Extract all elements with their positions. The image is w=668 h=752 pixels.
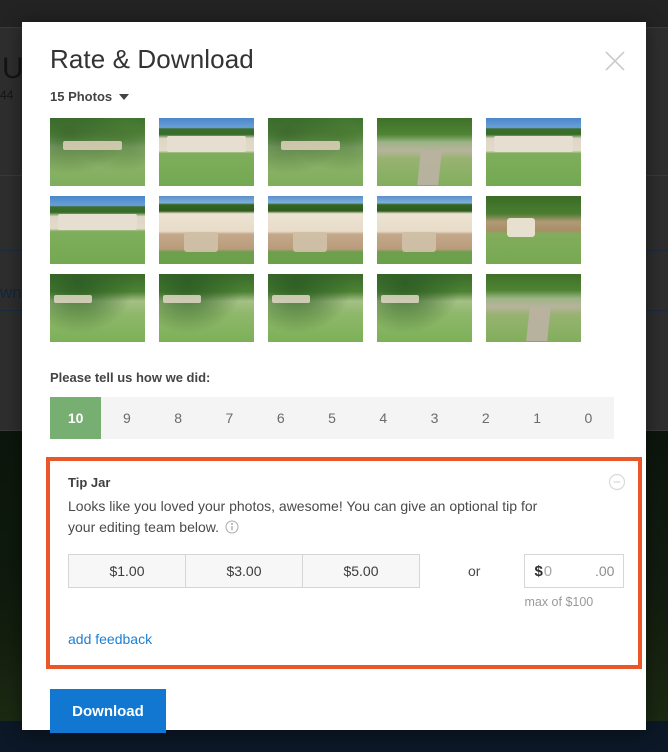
close-icon[interactable] (602, 48, 628, 74)
tip-preset-group: $1.00 $3.00 $5.00 (68, 554, 420, 589)
background-gallery-subtitle: 44 (0, 88, 14, 102)
rating-option-6[interactable]: 6 (255, 397, 306, 439)
photo-thumbnail[interactable] (159, 196, 254, 265)
info-icon[interactable] (225, 519, 239, 534)
tip-or-label: or (468, 563, 481, 580)
photo-count-label: 15 Photos (50, 89, 113, 105)
rating-option-3[interactable]: 3 (409, 397, 460, 439)
rating-option-1[interactable]: 1 (511, 397, 562, 439)
photo-thumbnail[interactable] (268, 274, 363, 343)
photo-thumbnail-grid (50, 118, 596, 343)
tip-custom-amount: $ 0 .00 max of $100 (524, 554, 625, 610)
rating-option-0[interactable]: 0 (563, 397, 614, 439)
tip-jar-description: Looks like you loved your photos, awesom… (68, 496, 538, 538)
photo-thumbnail[interactable] (159, 118, 254, 187)
photo-thumbnail[interactable] (50, 274, 145, 343)
tip-max-note: max of $100 (524, 595, 594, 610)
photo-thumbnail[interactable] (486, 118, 581, 187)
photo-thumbnail[interactable] (50, 196, 145, 265)
minus-circle-icon[interactable] (608, 473, 626, 491)
add-feedback-link[interactable]: add feedback (68, 631, 152, 647)
currency-symbol: $ (534, 562, 543, 580)
tip-jar-panel: Tip Jar Looks like you loved your photos… (46, 457, 642, 670)
rating-option-8[interactable]: 8 (153, 397, 204, 439)
photo-thumbnail[interactable] (377, 118, 472, 187)
tip-preset-button[interactable]: $1.00 (68, 554, 186, 589)
background-download-link: wn (0, 283, 22, 302)
tip-jar-title: Tip Jar (68, 475, 111, 491)
tip-amount-value: 0 (543, 562, 553, 580)
chevron-down-icon (119, 93, 130, 100)
rating-option-9[interactable]: 9 (101, 397, 152, 439)
rating-option-2[interactable]: 2 (460, 397, 511, 439)
tip-preset-button[interactable]: $3.00 (185, 554, 303, 589)
photo-thumbnail[interactable] (268, 196, 363, 265)
photo-thumbnail[interactable] (50, 118, 145, 187)
dialog-header: Rate & Download (22, 22, 646, 75)
photo-thumbnail[interactable] (377, 274, 472, 343)
rating-option-5[interactable]: 5 (306, 397, 357, 439)
photo-thumbnail[interactable] (159, 274, 254, 343)
tip-jar-description-text: Looks like you loved your photos, awesom… (68, 498, 538, 536)
photo-thumbnail[interactable] (486, 196, 581, 265)
photo-thumbnail[interactable] (377, 196, 472, 265)
rating-option-7[interactable]: 7 (204, 397, 255, 439)
tip-amount-row: $1.00 $3.00 $5.00 or $ 0 .00 max of $100 (68, 554, 625, 609)
tip-amount-input[interactable]: $ 0 .00 (524, 554, 625, 589)
photo-thumbnail[interactable] (268, 118, 363, 187)
rating-option-10[interactable]: 10 (50, 397, 102, 440)
photo-thumbnail[interactable] (486, 274, 581, 343)
page-root: U 44 wn Rate & Download 15 Photos Please… (0, 0, 668, 752)
tip-preset-button[interactable]: $5.00 (302, 554, 420, 589)
page-title: Rate & Download (50, 44, 254, 74)
tip-amount-cents: .00 (594, 563, 615, 580)
rating-scale[interactable]: 10 9 8 7 6 5 4 3 2 1 0 (50, 397, 614, 440)
rating-option-4[interactable]: 4 (358, 397, 409, 439)
background-gallery-title: U (2, 52, 24, 85)
photo-count-dropdown[interactable]: 15 Photos (50, 89, 130, 105)
rating-prompt: Please tell us how we did: (50, 370, 211, 386)
download-button[interactable]: Download (50, 689, 166, 734)
rate-and-download-dialog: Rate & Download 15 Photos Please tell us… (22, 22, 646, 752)
